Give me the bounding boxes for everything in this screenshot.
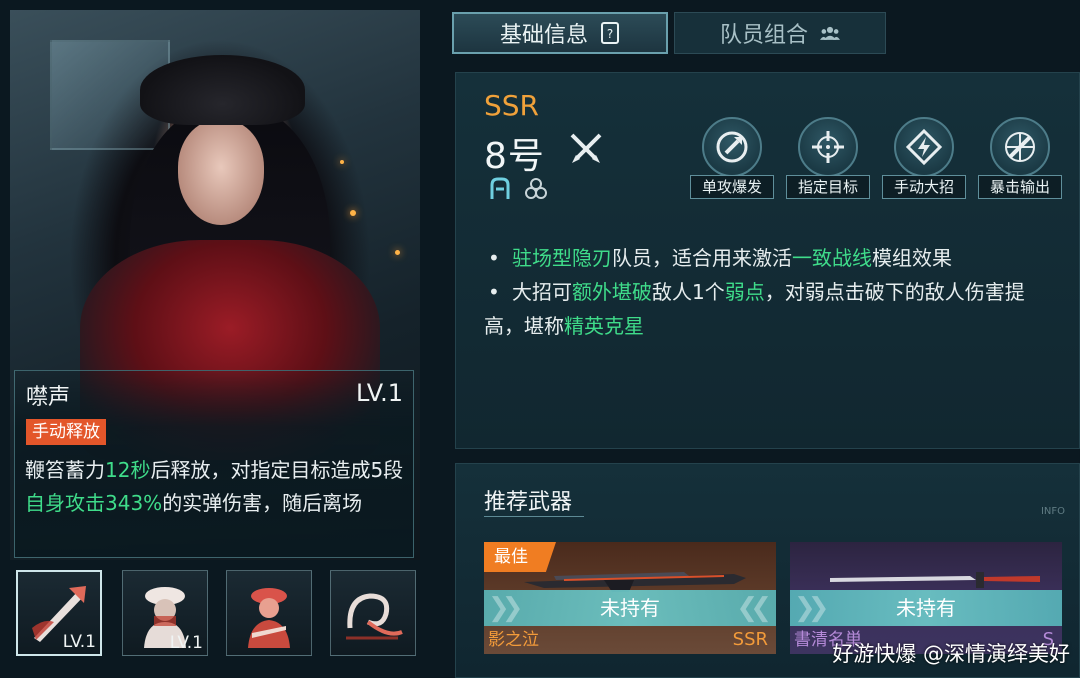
- bullet-dot: •: [488, 246, 500, 270]
- ownership-status: 未持有: [896, 596, 956, 620]
- skill-description: 鞭笞蓄力12秒后释放，对指定目标造成5段自身攻击343%的实弹伤害，随后离场: [25, 454, 410, 520]
- trait-label: 手动大招: [882, 175, 966, 199]
- desc-highlight: 额外堪破: [572, 280, 652, 304]
- best-badge: 最佳: [484, 542, 556, 572]
- skill-level: LV.1: [356, 379, 403, 407]
- portrait-hat: [140, 55, 305, 125]
- ember-spark: [350, 210, 356, 216]
- skill-type-tag: 手动释放: [26, 419, 106, 445]
- title-underline: [484, 516, 584, 517]
- weapon-name: 影之泣: [488, 630, 539, 650]
- document-icon: ?: [600, 22, 620, 44]
- trait-manual-ult[interactable]: 手动大招: [882, 117, 966, 201]
- tab-label: 队员组合: [719, 23, 808, 48]
- skill-desc-highlight: 12秒: [105, 458, 151, 482]
- not-owned-bar: ❯❯ 未持有 ❮❮: [484, 590, 776, 626]
- chevron-icon: ❮❮: [736, 593, 771, 623]
- weapon-rarity: SSR: [732, 629, 768, 650]
- skill-slot-level: LV.1: [62, 632, 96, 652]
- info-tag: INFO: [1040, 506, 1065, 517]
- single-burst-icon: [702, 117, 762, 177]
- weapons-title: 推荐武器: [484, 490, 573, 515]
- tab-team-combo[interactable]: 队员组合: [674, 12, 886, 54]
- character-name: 8号: [484, 136, 545, 177]
- description-continuation: 高，堪称精英克星: [484, 309, 1069, 343]
- desc-text: 高，堪称: [484, 314, 564, 338]
- trait-label: 单攻爆发: [690, 175, 774, 199]
- skill-slot-level: LV.1: [169, 633, 203, 653]
- ownership-status: 未持有: [600, 596, 660, 620]
- crit-icon: [990, 117, 1050, 177]
- chevron-icon: ❯❯: [488, 593, 523, 623]
- character-description: • 驻场型隐刃队员，适合用来激活一致战线模组效果 • 大招可额外堪破敌人1个弱点，对…: [484, 241, 1069, 343]
- svg-text:?: ?: [607, 27, 613, 41]
- rarity-label: SSR: [484, 89, 540, 122]
- desc-text: 敌人1个: [652, 280, 725, 304]
- trait-label: 暴击输出: [978, 175, 1062, 199]
- desc-text: 模组效果: [872, 246, 952, 270]
- element-hex-icon: [524, 177, 548, 201]
- trait-target[interactable]: 指定目标: [786, 117, 870, 201]
- watermark: 好游快爆 @深情演绎美好: [832, 642, 1070, 666]
- trait-single-burst[interactable]: 单攻爆发: [690, 117, 774, 201]
- desc-highlight: 一致战线: [792, 246, 872, 270]
- skill-detail-box: 噤声 LV.1 手动释放 鞭笞蓄力12秒后释放，对指定目标造成5段自身攻击343…: [14, 370, 414, 558]
- tab-basic-info[interactable]: 基础信息 ?: [452, 12, 668, 54]
- manual-ult-icon: [894, 117, 954, 177]
- whip-swirl-icon: [331, 571, 415, 655]
- team-icon: [820, 22, 840, 44]
- skill-slot-3[interactable]: [226, 570, 312, 656]
- desc-text: 大招可: [512, 280, 572, 304]
- skill-slot-1[interactable]: LV.1: [16, 570, 102, 656]
- desc-highlight: 驻场型隐刃: [512, 246, 612, 270]
- trait-label: 指定目标: [786, 175, 870, 199]
- crossed-swords-icon: [566, 129, 606, 169]
- description-bullet: • 驻场型隐刃队员，适合用来激活一致战线模组效果: [484, 241, 1069, 275]
- tab-label: 基础信息: [499, 23, 588, 48]
- bullet-dot: •: [488, 280, 500, 304]
- desc-text: ，对弱点击破下的敌人伤害提: [764, 280, 1025, 304]
- chevron-icon: ❯❯: [794, 593, 829, 623]
- weapon-card-best[interactable]: 最佳 ❯❯ 未持有 ❮❮ 影之泣 SSR: [484, 542, 776, 654]
- ember-spark: [340, 160, 344, 164]
- description-bullet: • 大招可额外堪破敌人1个弱点，对弱点击破下的敌人伤害提: [484, 275, 1069, 309]
- skill-desc-text: 鞭笞蓄力: [25, 458, 105, 482]
- burst-type-icon: [488, 177, 512, 201]
- crosshair-icon: [798, 117, 858, 177]
- portrait-face: [178, 120, 264, 225]
- skill-slot-2[interactable]: LV.1: [122, 570, 208, 656]
- skill-desc-highlight: 自身攻击343%: [25, 491, 163, 515]
- ember-spark: [395, 250, 400, 255]
- desc-highlight: 精英克星: [564, 314, 644, 338]
- skill-desc-text: 的实弹伤害，随后离场: [162, 491, 363, 515]
- desc-text: 队员，适合用来激活: [612, 246, 792, 270]
- skill-slot-4[interactable]: [330, 570, 416, 656]
- trait-crit[interactable]: 暴击输出: [978, 117, 1062, 201]
- skill-desc-text: 后释放，对指定目标造成5段: [150, 458, 404, 482]
- skill-name: 噤声: [26, 385, 71, 410]
- desc-highlight: 弱点: [724, 280, 765, 304]
- character-info-panel: SSR 8号 单攻爆发 指定目标 手动大招 暴击输出 • 驻场型隐刃队员，适合用…: [455, 72, 1080, 449]
- not-owned-bar: ❯❯ 未持有: [790, 590, 1062, 626]
- character-portrait-icon: [227, 571, 311, 655]
